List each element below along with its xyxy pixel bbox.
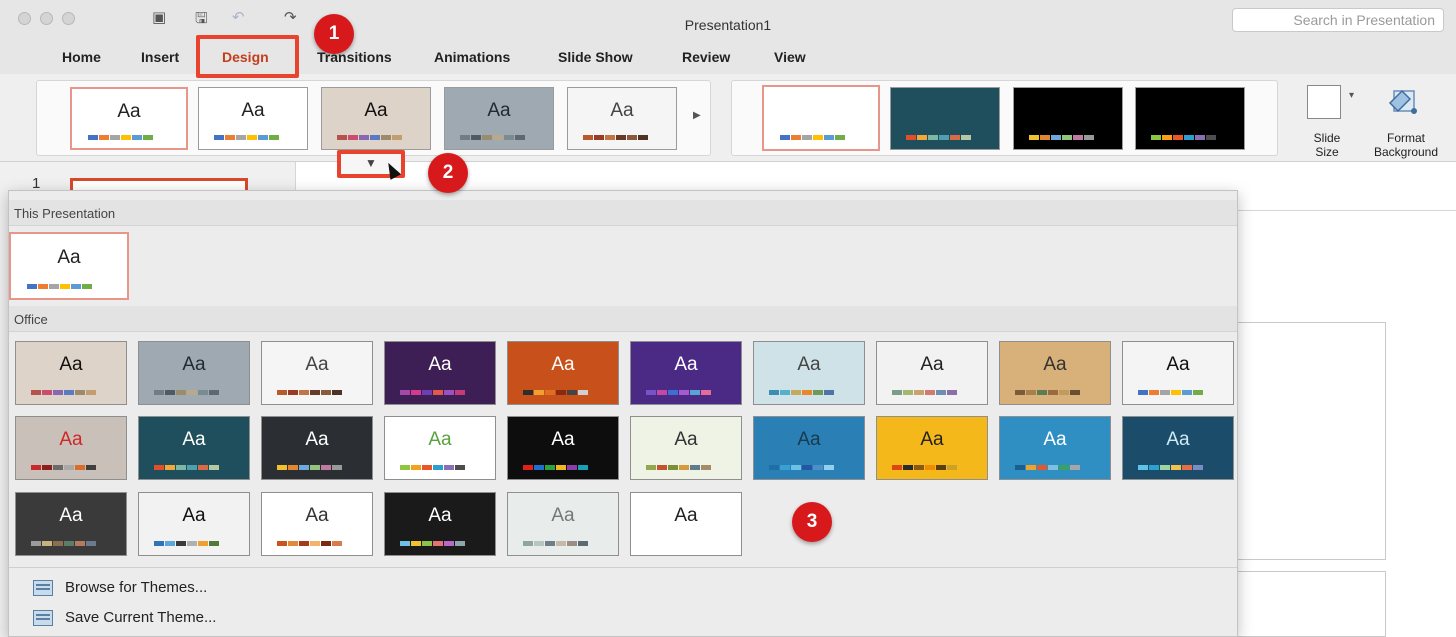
ribbon-theme-office[interactable]: Aa xyxy=(70,87,188,150)
expand-triangle-icon: ▼ xyxy=(365,156,377,170)
section-this-presentation: This Presentation xyxy=(9,200,1237,226)
ribbon-theme-4[interactable]: Aa xyxy=(444,87,554,150)
callout-badge-2: 2 xyxy=(428,153,468,193)
tab-insert[interactable]: Insert xyxy=(141,49,179,65)
variant-1[interactable] xyxy=(762,85,880,151)
office-theme-thumb[interactable]: Aa xyxy=(384,492,496,556)
office-theme-thumb[interactable]: Aa xyxy=(261,492,373,556)
callout-badge-3: 3 xyxy=(792,502,832,542)
office-theme-thumb[interactable]: Aa xyxy=(138,341,250,405)
office-theme-thumb[interactable]: Aa xyxy=(261,341,373,405)
browse-themes-menu-item[interactable]: Browse for Themes... xyxy=(33,579,207,596)
ribbon-theme-2[interactable]: Aa xyxy=(198,87,308,150)
chevron-down-icon[interactable]: ▾ xyxy=(1349,90,1354,101)
ribbon-theme-5[interactable]: Aa xyxy=(567,87,677,150)
ribbon-theme-3[interactable]: Aa xyxy=(321,87,431,150)
office-theme-thumb[interactable]: Aa xyxy=(507,416,619,480)
tab-review[interactable]: Review xyxy=(682,49,730,65)
office-theme-thumb[interactable]: Aa xyxy=(876,341,988,405)
save-theme-menu-item[interactable]: Save Current Theme... xyxy=(33,609,216,626)
slide-size-icon[interactable] xyxy=(1307,85,1341,119)
variant-2[interactable] xyxy=(890,87,1000,150)
office-theme-thumb[interactable]: Aa xyxy=(507,341,619,405)
office-theme-thumb[interactable]: Aa xyxy=(999,341,1111,405)
office-theme-thumb[interactable]: Aa xyxy=(1122,341,1234,405)
design-tab-highlight xyxy=(196,35,299,78)
office-theme-thumb[interactable]: Aa xyxy=(1122,416,1234,480)
tab-home[interactable]: Home xyxy=(62,49,101,65)
office-theme-thumb[interactable]: Aa xyxy=(384,341,496,405)
office-theme-thumb[interactable]: Aa xyxy=(630,341,742,405)
callout-badge-1: 1 xyxy=(314,14,354,54)
save-theme-icon xyxy=(33,610,53,626)
tab-view[interactable]: View xyxy=(774,49,806,65)
office-theme-thumb[interactable]: Aa xyxy=(999,416,1111,480)
section-office: Office xyxy=(9,306,1237,332)
slide-placeholder-title[interactable] xyxy=(1233,322,1386,560)
office-theme-thumb[interactable]: Aa xyxy=(261,416,373,480)
office-theme-thumb[interactable]: Aa xyxy=(630,416,742,480)
office-theme-thumb[interactable]: Aa xyxy=(753,416,865,480)
menu-separator xyxy=(9,567,1237,568)
office-theme-thumb[interactable]: Aa xyxy=(15,416,127,480)
gallery-next-arrow-icon[interactable]: ▶ xyxy=(693,110,701,121)
office-theme-thumb[interactable]: Aa xyxy=(138,416,250,480)
office-theme-thumb[interactable]: Aa xyxy=(630,492,742,556)
slide-placeholder-subtitle[interactable] xyxy=(1233,571,1386,637)
office-theme-thumb[interactable]: Aa xyxy=(507,492,619,556)
search-input[interactable]: Search in Presentation xyxy=(1232,8,1444,32)
office-theme-thumb[interactable]: Aa xyxy=(15,341,127,405)
office-theme-thumb[interactable]: Aa xyxy=(138,492,250,556)
variant-4[interactable] xyxy=(1135,87,1245,150)
office-theme-thumb[interactable]: Aa xyxy=(384,416,496,480)
format-background-icon[interactable] xyxy=(1386,83,1420,117)
tab-animations[interactable]: Animations xyxy=(434,49,510,65)
folder-icon xyxy=(33,580,53,596)
slide-size-button[interactable]: Slide Size xyxy=(1308,131,1346,159)
tab-slide-show[interactable]: Slide Show xyxy=(558,49,633,65)
format-background-button[interactable]: Format Background xyxy=(1366,131,1446,159)
themes-dropdown: This Presentation Aa Office Aa Aa Aa Aa Aa Aa… xyxy=(8,190,1238,637)
office-theme-thumb[interactable]: Aa xyxy=(876,416,988,480)
powerpoint-window: ▣ 🖫 ↶ ↷ Presentation1 Search in Presenta… xyxy=(0,0,1456,637)
this-presentation-theme[interactable]: Aa xyxy=(9,232,129,300)
office-theme-thumb[interactable]: Aa xyxy=(753,341,865,405)
office-theme-thumb[interactable]: Aa xyxy=(15,492,127,556)
variant-3[interactable] xyxy=(1013,87,1123,150)
